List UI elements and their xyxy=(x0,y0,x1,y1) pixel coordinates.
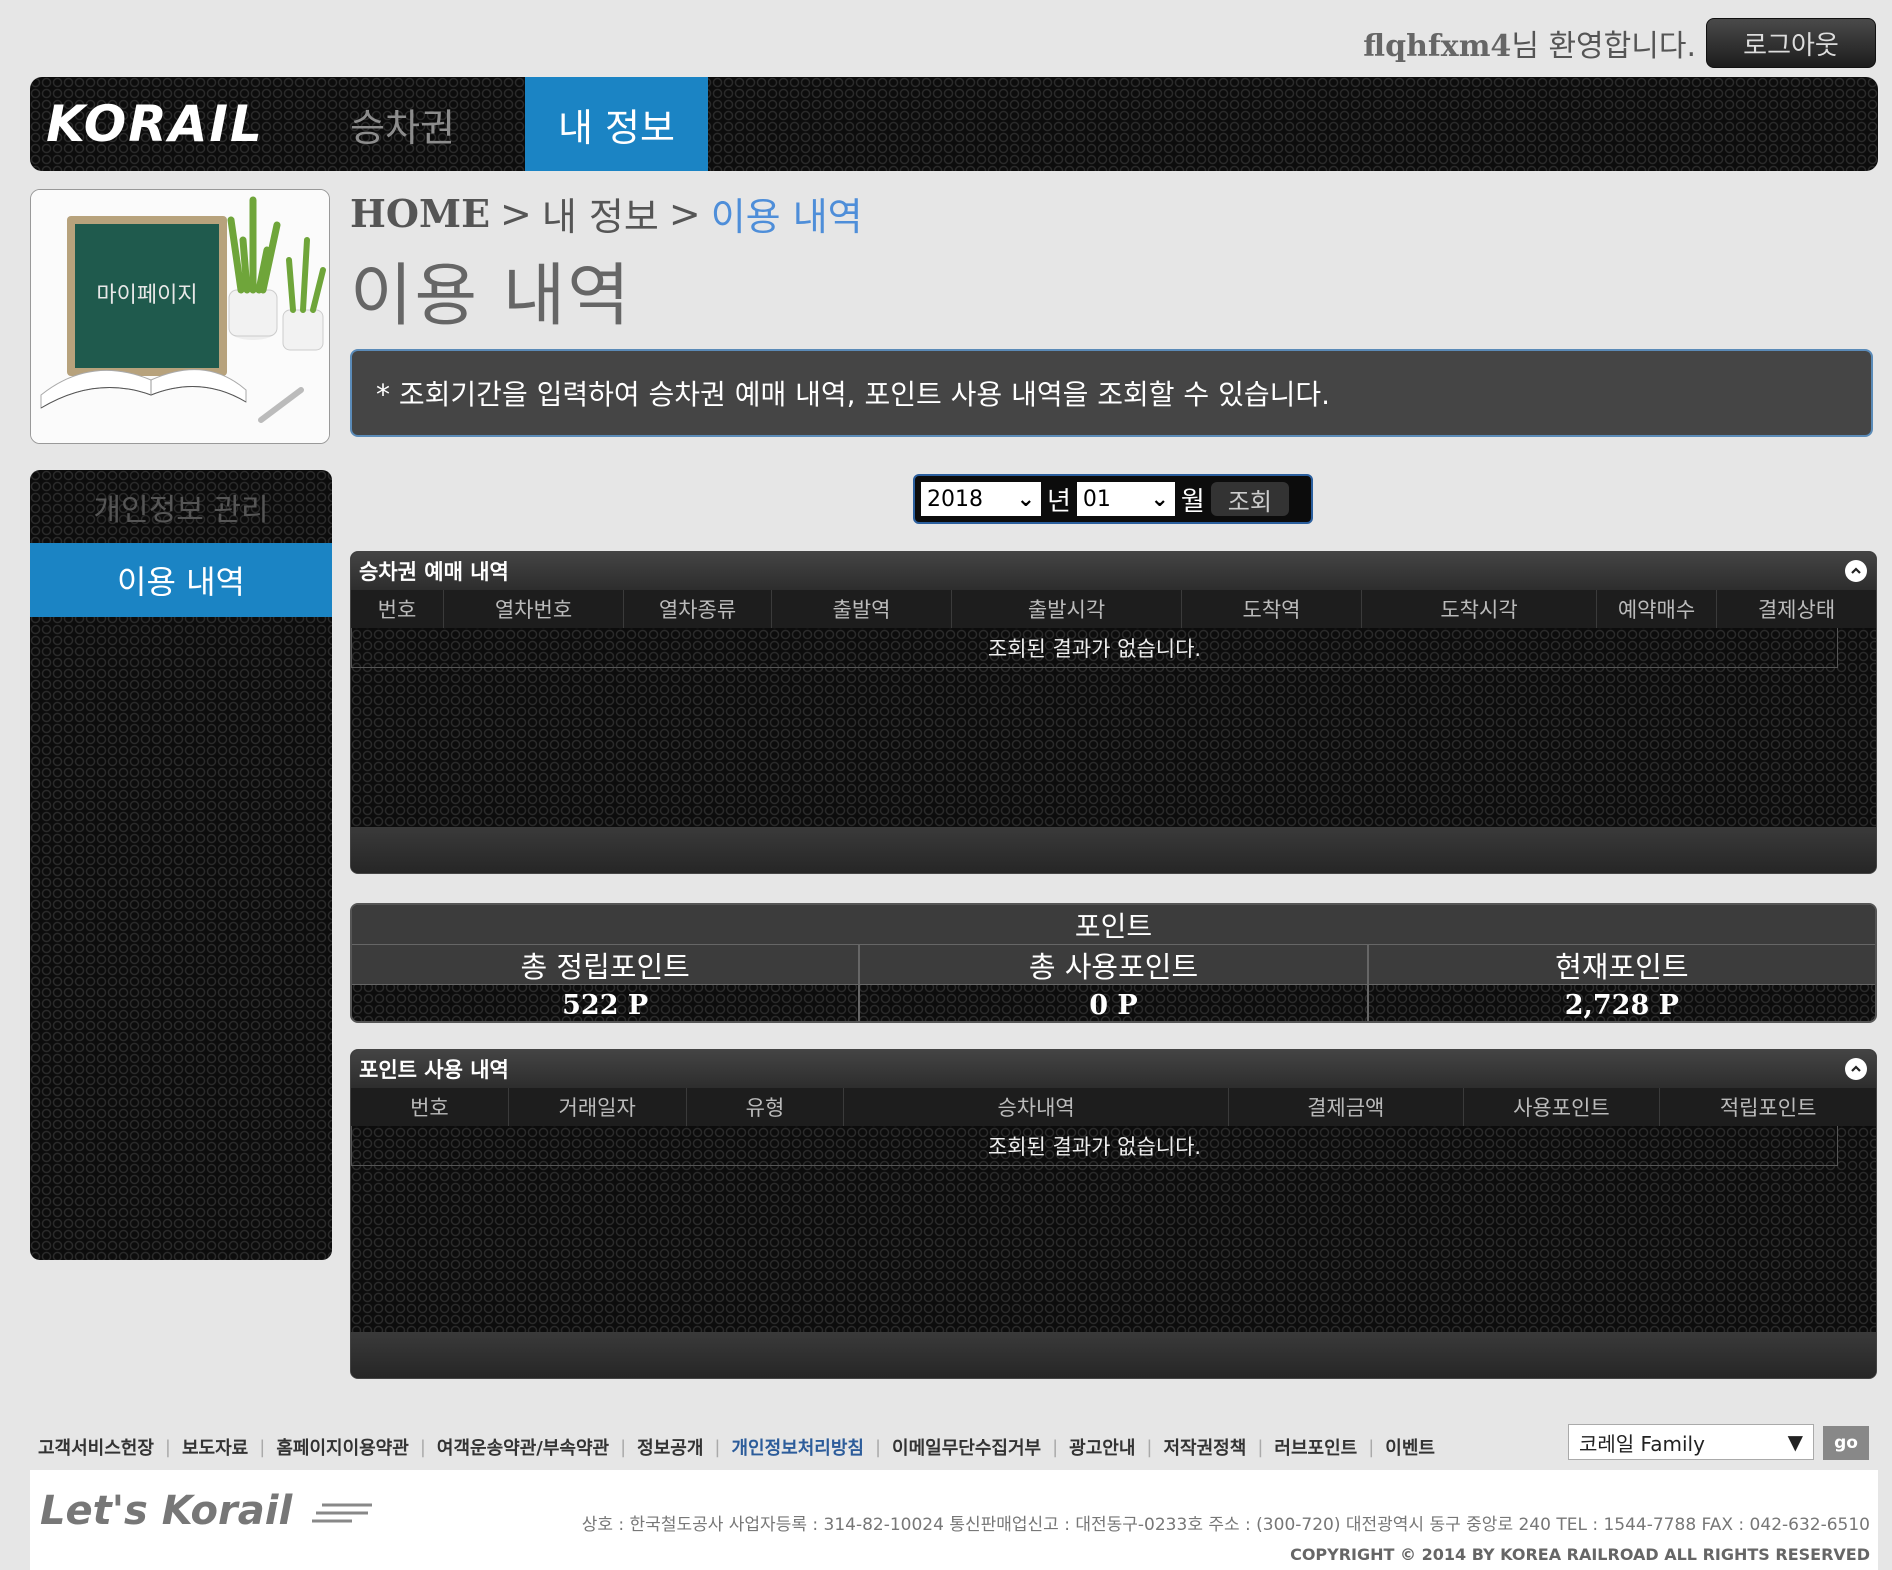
footer-link[interactable]: 홈페이지이용약관 xyxy=(276,1434,408,1460)
month-unit-label: 월 xyxy=(1180,486,1205,517)
column-header: 예약매수 xyxy=(1596,590,1716,628)
column-header: 승차내역 xyxy=(843,1088,1228,1126)
breadcrumb-separator: > xyxy=(500,191,532,236)
welcome-suffix: 님 환영합니다. xyxy=(1511,29,1696,64)
left-menu-item-usage-history[interactable]: 이용 내역 xyxy=(30,543,332,617)
left-menu: 개인정보 관리 이용 내역 xyxy=(30,470,332,1260)
column-header: 출발시각 xyxy=(951,590,1181,628)
column-header: 출발역 xyxy=(771,590,951,628)
user-bar: flqhfxm4님 환영합니다. 로그아웃 xyxy=(1363,18,1876,68)
column-header: 적립포인트 xyxy=(1659,1088,1876,1126)
year-select[interactable]: 2018 ⌄ xyxy=(921,482,1041,516)
main-header: KORAIL 승차권 내 정보 xyxy=(30,77,1878,171)
ticket-history-title: 승차권 예매 내역 xyxy=(351,552,1876,590)
year-select-value: 2018 xyxy=(927,486,983,512)
info-notice: * 조회기간을 입력하여 승차권 예매 내역, 포인트 사용 내역을 조회할 수… xyxy=(350,349,1873,437)
logo-lines-icon xyxy=(312,1503,373,1523)
page-title: 이용 내역 xyxy=(350,257,632,336)
footer-link[interactable]: 고객서비스헌장 xyxy=(38,1434,154,1460)
search-button[interactable]: 조회 xyxy=(1210,482,1289,516)
footer-link[interactable]: 이메일무단수집거부 xyxy=(892,1434,1041,1460)
mypage-illustration: 마이페이지 xyxy=(30,189,330,444)
footer-link[interactable]: 러브포인트 xyxy=(1274,1434,1357,1460)
company-info: 상호 : 한국철도공사 사업자등록 : 314-82-10024 통신판매업신고… xyxy=(581,1515,1870,1535)
footer-link[interactable]: 광고안내 xyxy=(1069,1434,1135,1460)
month-select-value: 01 xyxy=(1082,486,1111,512)
mypage-chalk-label: 마이페이지 xyxy=(96,283,197,308)
current-points-value: 2,728 P xyxy=(1366,985,1875,1021)
points-title: 포인트 xyxy=(352,905,1875,945)
chevron-down-icon: ⌄ xyxy=(1016,486,1035,512)
total-used-points-label: 총 사용포인트 xyxy=(858,945,1367,985)
total-earned-points-label: 총 정립포인트 xyxy=(352,945,859,985)
column-header: 유형 xyxy=(685,1088,844,1126)
footer-link-privacy[interactable]: 개인정보처리방침 xyxy=(731,1434,863,1460)
column-header: 도착역 xyxy=(1181,590,1361,628)
column-header: 번호 xyxy=(377,598,417,622)
point-history-title: 포인트 사용 내역 xyxy=(351,1050,1876,1088)
ticket-history-footer xyxy=(351,827,1876,873)
collapse-up-icon[interactable] xyxy=(1845,560,1867,582)
footer-link[interactable]: 정보공개 xyxy=(637,1434,703,1460)
left-menu-heading[interactable]: 개인정보 관리 xyxy=(30,470,332,543)
breadcrumb-current: 이용 내역 xyxy=(710,195,863,239)
ticket-history-panel: 승차권 예매 내역 번호 열차번호 열차종류 출발역 출발시각 도착역 도착시각… xyxy=(350,551,1877,874)
go-button[interactable]: go xyxy=(1823,1426,1869,1460)
point-history-footer xyxy=(351,1332,1876,1378)
family-site-select[interactable]: 코레일 Family ▼ xyxy=(1568,1424,1814,1460)
points-header-row: 총 정립포인트 총 사용포인트 현재포인트 xyxy=(352,945,1875,985)
points-value-row: 522 P 0 P 2,728 P xyxy=(352,985,1875,1021)
total-earned-points-value: 522 P xyxy=(562,989,649,1021)
collapse-up-icon[interactable] xyxy=(1845,1058,1867,1080)
date-search-bar: 2018 ⌄ 년 01 ⌄ 월 조회 xyxy=(913,474,1313,524)
point-history-empty-row: 조회된 결과가 없습니다. xyxy=(351,1126,1838,1166)
total-used-points-value: 0 P xyxy=(858,985,1366,1021)
ticket-history-header: 번호 열차번호 열차종류 출발역 출발시각 도착역 도착시각 예약매수 결제상태 xyxy=(351,590,1876,628)
chevron-down-icon: ⌄ xyxy=(1150,486,1169,512)
point-history-panel: 포인트 사용 내역 번호 거래일자 유형 승차내역 결제금액 사용포인트 적립포… xyxy=(350,1049,1877,1379)
breadcrumb-home[interactable]: HOME xyxy=(350,191,490,236)
tab-ticket[interactable]: 승차권 xyxy=(280,77,525,171)
mypage-illustration-graphic: 마이페이지 xyxy=(31,190,329,443)
breadcrumb-parent[interactable]: 내 정보 xyxy=(542,186,659,241)
footer-link[interactable]: 이벤트 xyxy=(1385,1434,1435,1460)
year-unit-label: 년 xyxy=(1047,486,1071,517)
column-header: 번호 xyxy=(410,1096,449,1120)
column-header: 사용포인트 xyxy=(1462,1088,1660,1126)
family-site-select-value: 코레일 Family xyxy=(1579,1431,1705,1456)
month-select[interactable]: 01 ⌄ xyxy=(1076,482,1175,516)
footer-bottom: Let's Korail 상호 : 한국철도공사 사업자등록 : 314-82-… xyxy=(30,1470,1878,1570)
tab-my-info[interactable]: 내 정보 xyxy=(525,77,708,171)
lets-korail-logo-text: Let's Korail xyxy=(40,1488,293,1534)
user-id: flqhfxm4 xyxy=(1363,29,1512,64)
footer-link[interactable]: 저작권정책 xyxy=(1164,1434,1247,1460)
korail-logo[interactable]: KORAIL xyxy=(30,77,280,171)
lets-korail-logo: Let's Korail xyxy=(40,1488,374,1534)
points-summary: 포인트 총 정립포인트 총 사용포인트 현재포인트 522 P 0 P 2,72… xyxy=(350,903,1877,1023)
point-history-title-text: 포인트 사용 내역 xyxy=(359,1058,509,1082)
current-points-label: 현재포인트 xyxy=(1366,945,1875,985)
ticket-history-title-text: 승차권 예매 내역 xyxy=(359,560,509,584)
column-header: 결제금액 xyxy=(1227,1088,1463,1126)
ticket-history-empty-row: 조회된 결과가 없습니다. xyxy=(351,628,1838,668)
breadcrumb: HOME > 내 정보 > 이용 내역 xyxy=(350,186,863,241)
column-header: 열차종류 xyxy=(623,590,771,628)
point-history-header: 번호 거래일자 유형 승차내역 결제금액 사용포인트 적립포인트 xyxy=(351,1088,1876,1126)
breadcrumb-separator: > xyxy=(668,191,701,236)
column-header: 거래일자 xyxy=(507,1088,686,1126)
column-header: 열차번호 xyxy=(443,590,623,628)
column-header: 결제상태 xyxy=(1716,590,1876,628)
welcome-message: flqhfxm4님 환영합니다. xyxy=(1363,21,1696,65)
caret-down-icon: ▼ xyxy=(1787,1430,1803,1454)
logout-button[interactable]: 로그아웃 xyxy=(1706,18,1876,68)
copyright: COPYRIGHT © 2014 BY KOREA RAILROAD ALL R… xyxy=(1290,1545,1870,1564)
footer-link[interactable]: 보도자료 xyxy=(182,1434,248,1460)
column-header: 도착시각 xyxy=(1361,590,1596,628)
footer-links: 고객서비스헌장 | 보도자료 | 홈페이지이용약관 | 여객운송약관/부속약관 | 정보… xyxy=(38,1434,1435,1460)
footer-link[interactable]: 여객운송약관/부속약관 xyxy=(437,1434,609,1460)
